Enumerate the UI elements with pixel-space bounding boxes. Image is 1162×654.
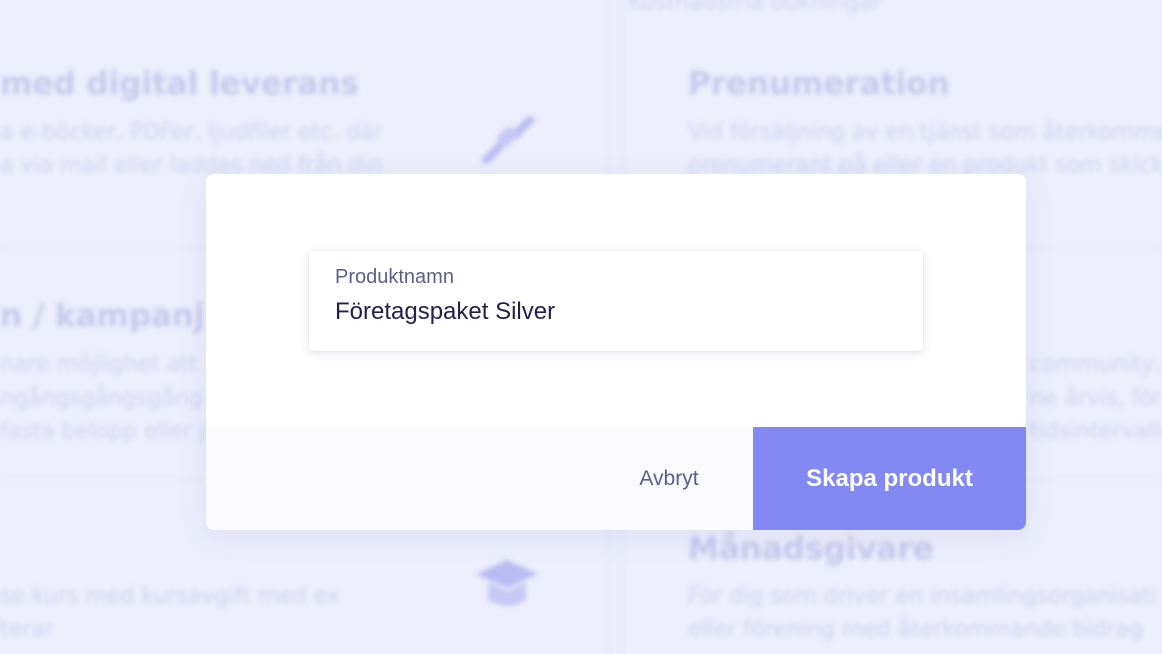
card-text: ne årvis, för [1030, 386, 1162, 411]
card-text: nare möjlighet att [0, 352, 198, 377]
product-name-input[interactable] [335, 298, 895, 326]
card-heading: med digital leverans [0, 66, 359, 102]
card-text: se kurs med kursavgift med ex [0, 584, 340, 609]
card-text: eller förening med återkommande bidrag [688, 617, 1143, 642]
dialog-footer: Avbryt Skapa produkt [206, 427, 1026, 530]
cancel-button[interactable]: Avbryt [586, 427, 752, 530]
link-icon [476, 108, 540, 176]
create-product-button[interactable]: Skapa produkt [753, 427, 1026, 530]
card-heading: n / kampanj [0, 298, 205, 334]
product-name-field[interactable]: Produktnamn [309, 251, 923, 351]
card-heading: Månadsgivare [688, 531, 934, 567]
card-text: tidsintervallen. [1030, 419, 1162, 444]
card-text: ngångsgångsgång [0, 386, 203, 411]
card-text: För dig som driver en insamlingsorganisa… [688, 584, 1158, 609]
card-heading: Prenumeration [688, 66, 950, 102]
card-text: community, ex [1030, 352, 1162, 377]
card-text: a e-böcker, PDFer, ljudfiler etc. där [0, 120, 383, 145]
top-fragment-text: Kostnadsfria bokningar [628, 0, 882, 15]
card-text: fasta belopp eller p [0, 419, 214, 444]
create-product-dialog: Produktnamn Avbryt Skapa produkt [206, 174, 1026, 530]
card-text: Vid försäljning av en tjänst som återkom… [688, 120, 1162, 145]
card-text: terar [0, 617, 54, 642]
product-name-label: Produktnamn [335, 266, 454, 288]
graduation-cap-icon [474, 556, 540, 620]
